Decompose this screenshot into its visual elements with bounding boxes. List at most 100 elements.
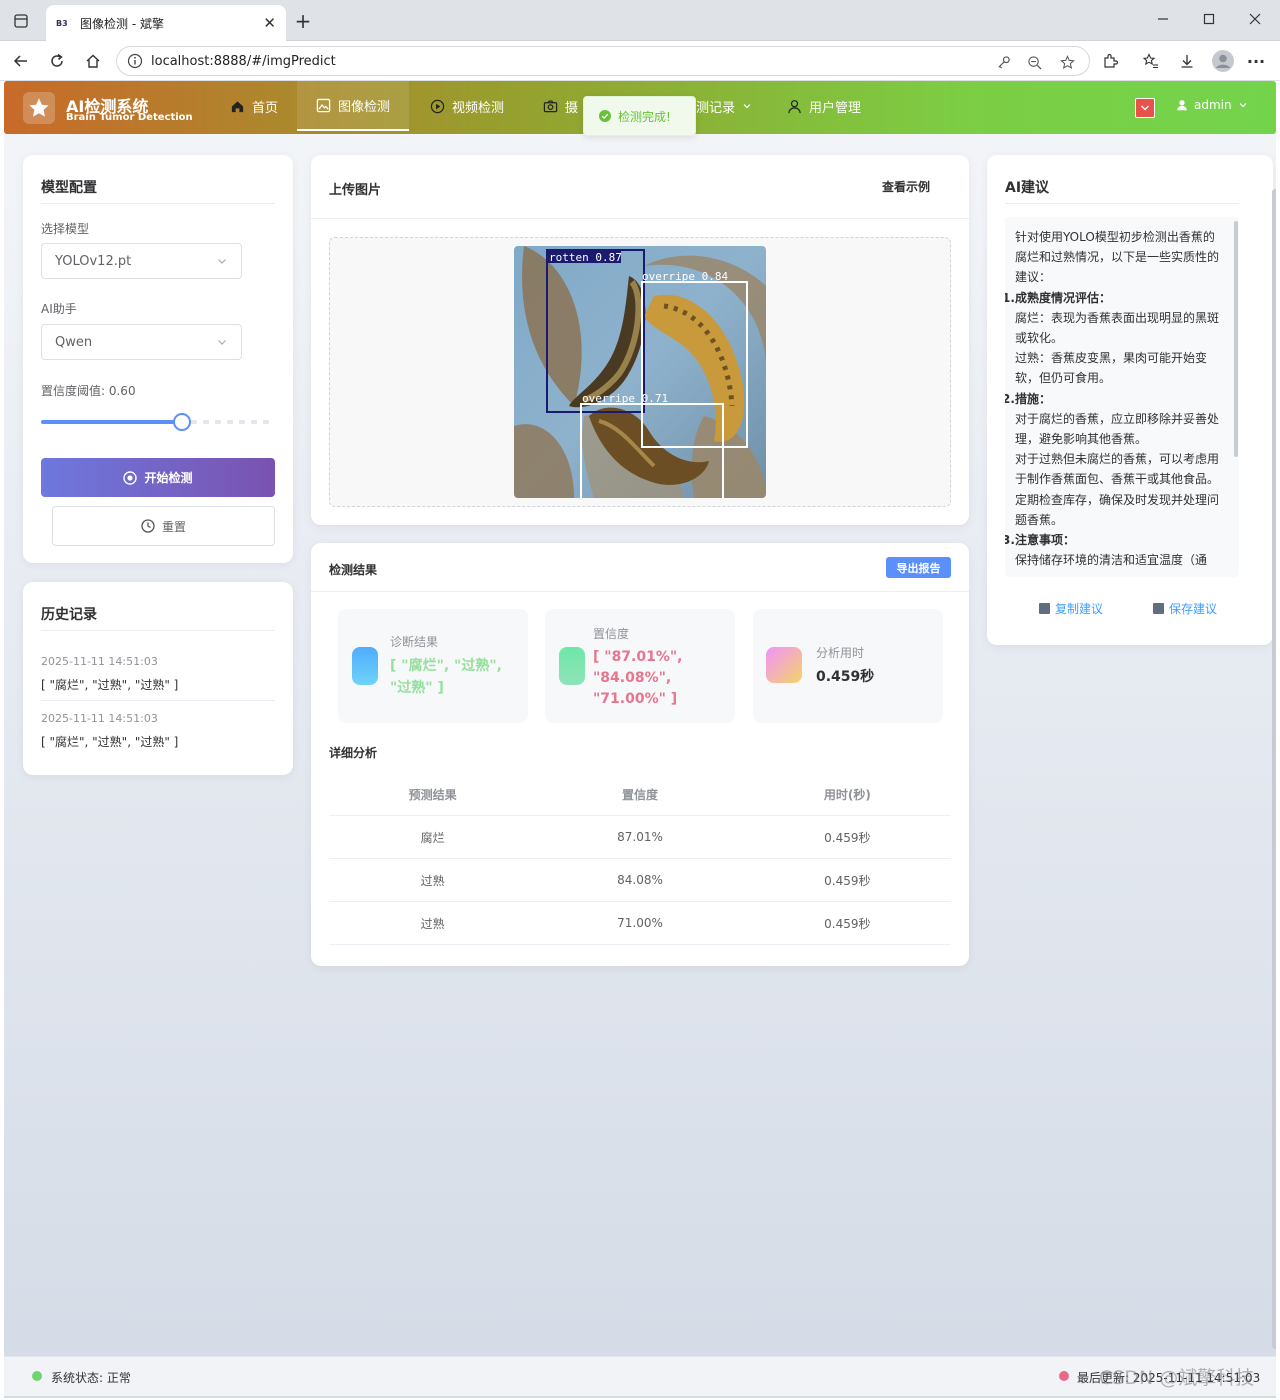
- system-status: 系统状态: 正常: [51, 1371, 131, 1385]
- video-play-icon: [430, 99, 445, 113]
- download-icon[interactable]: [1176, 50, 1198, 72]
- bbox-label: overripe 0.71: [582, 392, 668, 405]
- history-value: [ "腐烂", "过熟", "过熟" ]: [41, 678, 179, 692]
- stat-value-line: "71.00%" ]: [593, 691, 678, 707]
- copy-advice-button[interactable]: 复制建议: [1039, 600, 1103, 617]
- image-icon: [316, 98, 331, 112]
- history-value: [ "腐烂", "过熟", "过熟" ]: [41, 735, 179, 749]
- advice-section-title-text: 措施：: [1015, 391, 1052, 406]
- ai-advice-content[interactable]: 针对使用YOLO模型初步检测出香蕉的腐烂和过熟情况，以下是一些实质性的建议： 1…: [1005, 217, 1239, 577]
- save-advice-button[interactable]: 保存建议: [1153, 600, 1217, 617]
- reload-icon[interactable]: [46, 50, 68, 72]
- diagnosis-icon: [352, 647, 378, 685]
- app-root: AI检测系统 Brain Tumor Detection 首页 图像检测 视频检…: [4, 81, 1276, 1398]
- table-cell: 71.00%: [617, 916, 663, 930]
- nav-item-label: 摄: [565, 100, 579, 116]
- zoom-out-icon[interactable]: [1025, 53, 1043, 71]
- bbox-label: rotten 0.87: [549, 251, 622, 264]
- divider: [41, 700, 275, 701]
- favorites-icon[interactable]: [1140, 50, 1162, 72]
- nav-item-user-manage[interactable]: 用户管理: [787, 81, 861, 131]
- site-info-icon[interactable]: [127, 53, 143, 69]
- more-menu-icon[interactable]: ···: [1245, 50, 1267, 72]
- slider-track: [191, 420, 275, 424]
- results-card: 检测结果 导出报告 诊断结果 [ "腐烂", "过熟", "过熟" ] 置信度 …: [311, 543, 969, 966]
- table-header: 预测结果: [408, 787, 457, 802]
- card-title: 上传图片: [329, 183, 382, 198]
- view-example-link[interactable]: 查看示例: [882, 178, 930, 195]
- extensions-icon[interactable]: [1099, 50, 1121, 72]
- nav-item-camera-detect[interactable]: 摄: [543, 81, 578, 131]
- advice-section-title-text: 注意事项：: [1015, 533, 1076, 548]
- table-cell: 0.459秒: [824, 830, 871, 845]
- advice-section-title: 2. 措施：: [1005, 389, 1220, 409]
- save-icon: [1153, 603, 1164, 614]
- profile-avatar-icon[interactable]: [1211, 49, 1235, 73]
- nav-item-label: 用户管理: [809, 100, 862, 116]
- back-icon[interactable]: [10, 50, 32, 72]
- notification-icon[interactable]: [1135, 98, 1155, 118]
- time-icon: [766, 647, 802, 683]
- confidence-icon: [559, 647, 585, 685]
- stat-title: 分析用时: [816, 646, 865, 660]
- advice-section-title-text: 成熟度情况评估：: [1015, 290, 1112, 305]
- chevron-down-icon: [1239, 103, 1247, 108]
- tab-title: 图像检测 - 斌擎: [80, 16, 164, 31]
- detected-image: rotten 0.87 overripe 0.84 overripe 0.71: [514, 246, 766, 498]
- nav-item-image-detect[interactable]: 图像检测: [297, 81, 409, 131]
- copy-advice-label: 复制建议: [1055, 602, 1104, 616]
- home-browser-icon[interactable]: [82, 50, 104, 72]
- minimize-icon[interactable]: [1152, 8, 1174, 30]
- advice-scrollbar[interactable]: [1234, 221, 1238, 457]
- advice-section-number: 2.: [1005, 391, 1015, 406]
- table-cell: 过熟: [420, 873, 445, 888]
- window-close-icon[interactable]: [1244, 8, 1266, 30]
- user-menu[interactable]: admin: [1176, 98, 1248, 112]
- table-cell: 87.01%: [617, 830, 663, 844]
- status-dot-icon: [32, 1371, 42, 1381]
- card-title: 历史记录: [41, 607, 97, 623]
- divider: [311, 591, 969, 592]
- footer: 系统状态: 正常 最后更新: 2025-11-11 14:51:03 CSDN …: [4, 1356, 1276, 1396]
- detail-title: 详细分析: [329, 746, 378, 760]
- close-tab-icon[interactable]: ✕: [263, 14, 276, 32]
- threshold-slider[interactable]: [41, 413, 275, 431]
- nav-item-label: 视频检测: [452, 100, 505, 116]
- browser-tab[interactable]: B3 图像检测 - 斌擎 ✕: [46, 5, 286, 41]
- card-title: 检测结果: [329, 563, 378, 577]
- nav-item-video-detect[interactable]: 视频检测: [430, 81, 504, 131]
- export-report-button[interactable]: 导出报告: [886, 557, 951, 578]
- tab-actions-icon[interactable]: [10, 10, 32, 32]
- model-select[interactable]: YOLOv12.pt: [41, 243, 242, 279]
- chevron-down-icon: [743, 104, 751, 109]
- slider-fill: [41, 420, 182, 424]
- assistant-select[interactable]: Qwen: [41, 324, 242, 360]
- nav-item-label: 首页: [252, 100, 279, 116]
- address-bar[interactable]: localhost:8888/#/imgPredict: [116, 46, 1090, 76]
- page-scrollbar[interactable]: [1272, 189, 1276, 1349]
- table-header-row: 预测结果 置信度 用时(秒): [329, 773, 951, 816]
- new-tab-icon[interactable]: +: [292, 9, 314, 33]
- save-advice-label: 保存建议: [1169, 602, 1218, 616]
- key-icon[interactable]: [994, 53, 1012, 71]
- banana-photo: rotten 0.87 overripe 0.84 overripe 0.71: [514, 246, 766, 498]
- reset-label: 重置: [161, 519, 186, 534]
- model-config-card: 模型配置 选择模型 YOLOv12.pt AI助手 Qwen 置信度阈值: 0.…: [23, 155, 293, 563]
- divider: [311, 218, 969, 219]
- favorite-star-icon[interactable]: [1058, 53, 1076, 71]
- model-select-value: YOLOv12.pt: [55, 253, 132, 269]
- image-upload-zone[interactable]: rotten 0.87 overripe 0.84 overripe 0.71: [329, 237, 951, 507]
- nav-item-home[interactable]: 首页: [230, 81, 278, 131]
- maximize-icon[interactable]: [1198, 8, 1220, 30]
- home-icon: [231, 100, 244, 112]
- advice-section-number: 1.: [1005, 290, 1015, 305]
- update-dot-icon: [1059, 1371, 1069, 1381]
- threshold-label: 置信度阈值: 0.60: [41, 384, 136, 398]
- stat-value-line: "过熟" ]: [390, 680, 444, 696]
- reset-button[interactable]: 重置: [52, 506, 275, 546]
- start-detect-button[interactable]: 开始检测: [41, 458, 275, 497]
- assistant-select-value: Qwen: [55, 334, 93, 350]
- slider-handle[interactable]: [173, 413, 191, 431]
- upload-card: 上传图片 查看示例 rotten 0.87 overripe 0.84 over…: [311, 155, 969, 525]
- nav-item-records[interactable]: 测记录: [696, 81, 752, 131]
